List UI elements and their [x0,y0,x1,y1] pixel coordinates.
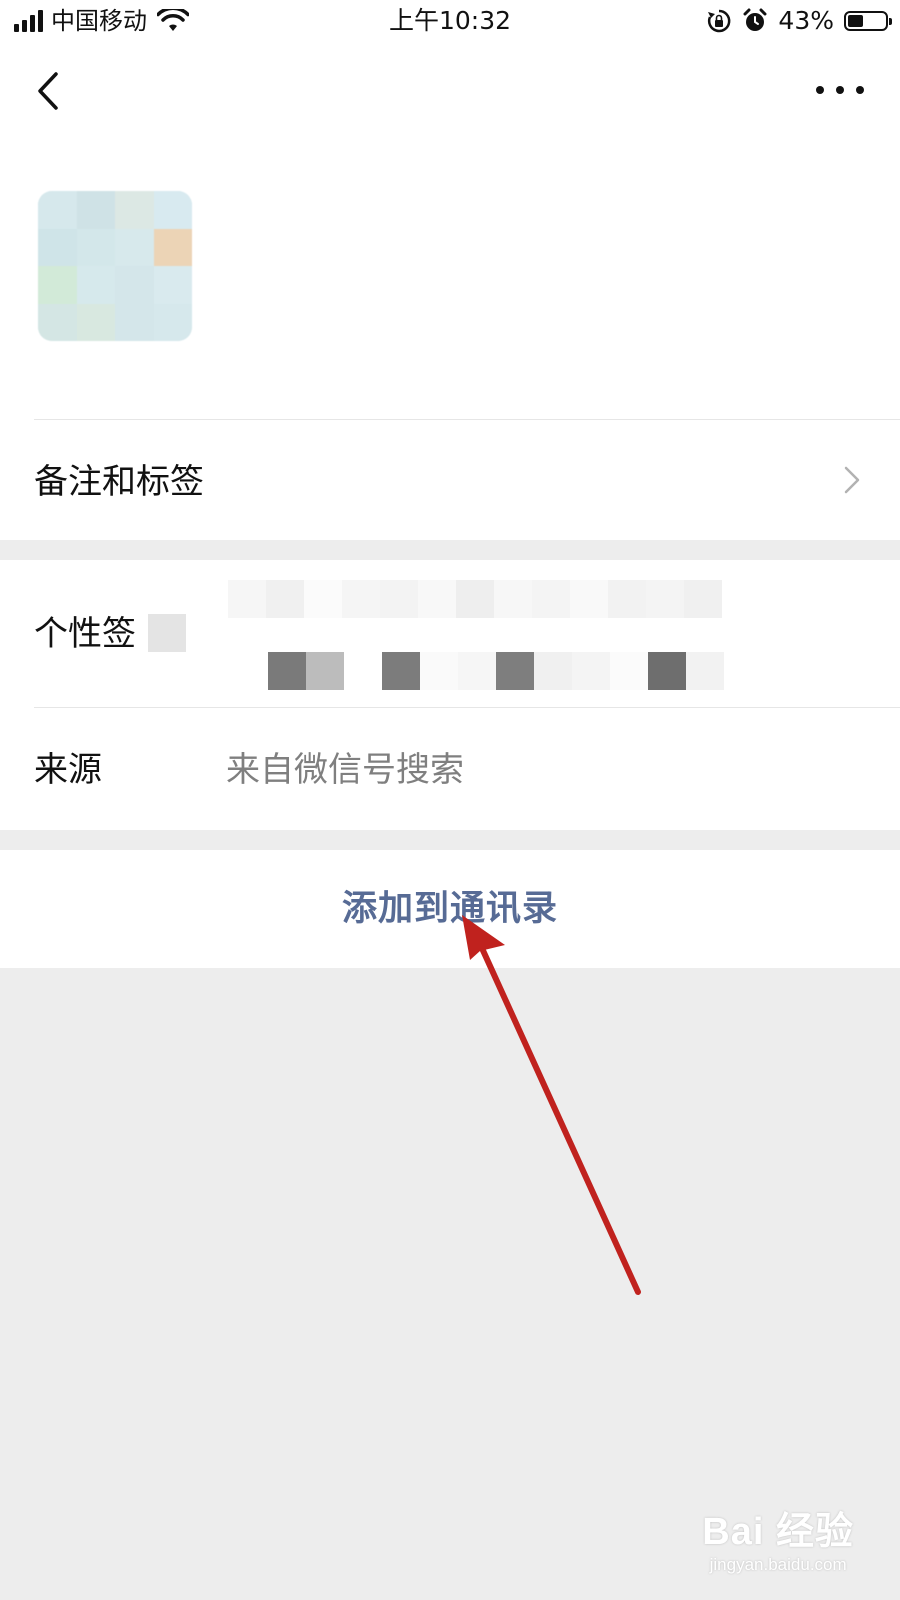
add-to-contacts-button[interactable]: 添加到通讯录 [0,850,900,968]
battery-percent: 43% [778,6,834,35]
watermark-url: jingyan.baidu.com [709,1555,847,1574]
signature-value-obscured [228,580,722,618]
status-right: 43% [706,6,892,36]
add-to-contacts-row: 添加到通讯录 [0,850,900,968]
status-bar: 中国移动 上午10:32 43% [0,0,900,46]
avatar[interactable] [38,191,192,341]
chevron-left-icon[interactable] [30,68,70,114]
signature-row: 个性签 [0,560,900,708]
battery-fill [848,15,863,27]
remark-and-tags-label: 备注和标签 [34,462,204,502]
watermark: Bai 经验 jingyan.baidu.com [702,1500,854,1575]
annotation-arrow-shaft [473,932,641,1295]
alarm-icon [743,8,767,31]
profile-header [0,136,900,420]
signature-value-obscured-2 [268,652,724,690]
more-icon[interactable] [816,80,864,100]
signature-mosaic [148,614,186,652]
rotation-lock-icon [708,9,731,33]
source-row: 来源 来自微信号搜索 [0,708,900,830]
navigation-bar [0,46,900,136]
source-value: 来自微信号搜索 [226,750,464,790]
chevron-right-icon [844,466,860,494]
remark-and-tags-row[interactable]: 备注和标签 [0,420,900,540]
source-label: 来源 [34,750,102,790]
battery-icon [844,11,892,31]
signature-label: 个性签 [34,614,136,654]
watermark-logo: Bai 经验 [702,1511,854,1553]
